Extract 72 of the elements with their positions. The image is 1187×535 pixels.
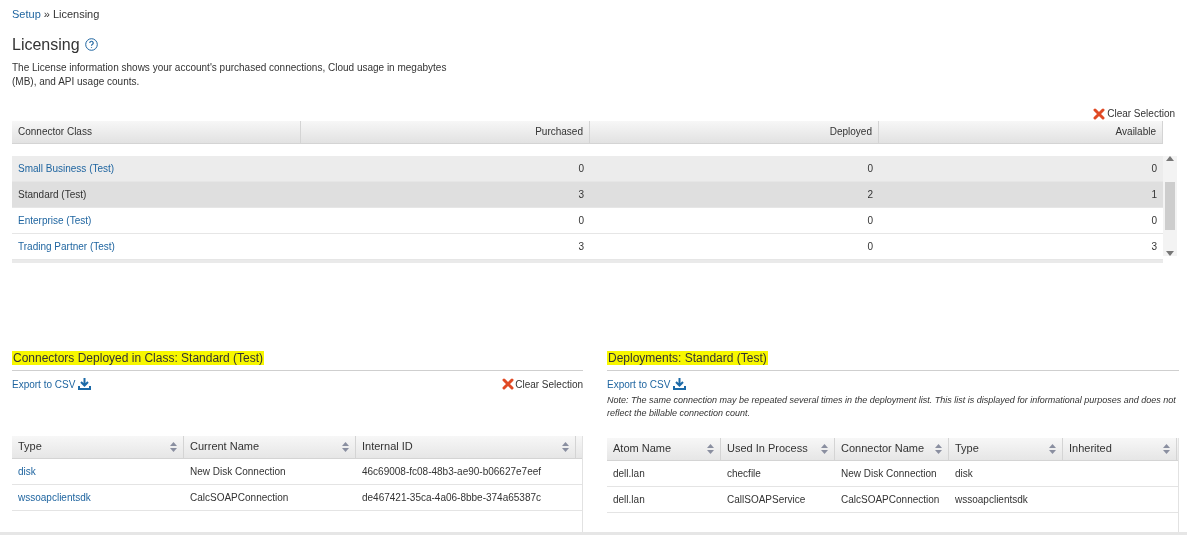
table-cell-text: 0 [1151,161,1157,176]
column-header[interactable]: Purchased [301,120,590,143]
column-header[interactable]: Type [949,437,1063,460]
sort-icon [935,443,942,454]
table-cell-text: de467421-35ca-4a06-8bbe-374a65387c [362,490,542,505]
section-heading: Deployments: Standard (Test) [607,350,768,365]
sort-icon [707,443,714,454]
sort-icon [821,443,828,454]
table-row[interactable]: Standard (Test) 3 2 1 [12,181,1163,208]
table-cell-text: dell.lan [613,492,645,507]
table-cell-text: 3 [578,187,584,202]
breadcrumb-link[interactable]: Setup [12,6,41,23]
connector-class-link[interactable]: Enterprise (Test) [18,212,92,228]
table-cell-text: 0 [578,213,584,228]
scrollbar[interactable] [1163,155,1177,256]
section-heading: Connectors Deployed in Class: Standard (Test) [12,350,265,365]
scroll-up-icon[interactable] [1166,155,1174,161]
column-header[interactable]: Type [12,435,184,458]
clear-selection-button[interactable]: Clear Selection [515,376,583,392]
table-cell-text: 3 [578,239,584,254]
table-cell-text: New Disk Connection [841,466,937,481]
table-cell-text: checfile [727,466,761,481]
table-cell-text: 0 [867,213,873,228]
table-cell-text: 1 [1151,187,1157,202]
close-icon [502,378,515,390]
help-icon[interactable] [84,38,98,51]
table-cell-text: 46c69008-fc08-48b3-ae90-b06627e7eef [362,464,542,479]
table-cell-text: 0 [578,161,584,176]
sort-icon [170,441,177,452]
clear-selection-button[interactable]: Clear Selection [1107,106,1175,121]
column-header[interactable]: Used In Process [721,437,835,460]
table-cell-text: 3 [1151,239,1157,254]
table-cell-text: 0 [867,239,873,254]
table-cell-text: 0 [1151,213,1157,228]
export-csv-link[interactable]: Export to CSV [607,376,671,392]
page-title: Licensing [12,34,80,55]
column-header[interactable]: Connector Name [835,437,949,460]
connector-class-link[interactable]: Standard (Test) [18,186,87,202]
table-cell-text: CalcSOAPConnection [190,490,289,505]
column-header[interactable]: Internal ID [356,435,576,458]
export-csv-link[interactable]: Export to CSV [12,376,76,392]
breadcrumb-current: Licensing [52,7,100,22]
description-text: The License information shows your account's purchased connections, Cloud usage in megabytes (MB), and API usage counts. [12,60,448,89]
sort-icon [562,441,569,452]
table-cell-text: 0 [867,161,873,176]
table-cell-text: CalcSOAPConnection [841,492,940,507]
table-cell-text: disk [955,466,973,481]
column-header[interactable]: Deployed [590,120,879,143]
close-icon [1093,107,1106,120]
column-header[interactable]: Connector Class [12,120,301,143]
type-link[interactable]: wssoapclientsdk [18,489,91,505]
sort-icon [1163,443,1170,454]
table-cell-text: New Disk Connection [190,464,286,479]
breadcrumb-separator: » [43,7,50,22]
column-header[interactable]: Available [879,120,1163,143]
type-link[interactable]: disk [18,463,36,479]
table-row[interactable]: Small Business (Test) 0 0 0 [12,155,1163,182]
connector-class-link[interactable]: Trading Partner (Test) [18,238,115,254]
sort-icon [342,441,349,452]
column-header[interactable]: Atom Name [607,437,721,460]
sort-icon [1049,443,1056,454]
column-header[interactable]: Current Name [184,435,356,458]
table-cell-text: CallSOAPService [727,492,806,507]
download-icon [673,378,687,390]
table-cell-text: wssoapclientsdk [955,492,1028,507]
download-icon [78,378,92,390]
column-header[interactable]: Inherited [1063,437,1177,460]
table-cell-text: dell.lan [613,466,645,481]
connector-class-link[interactable]: Small Business (Test) [18,160,115,176]
table-cell-text: 2 [867,187,873,202]
note-text: Note: The same connection may be repeated several times in the deployment list. This list is displayed for informational purposes and does not reflect the billable connection count. [607,393,1177,420]
scroll-down-icon[interactable] [1166,250,1174,256]
